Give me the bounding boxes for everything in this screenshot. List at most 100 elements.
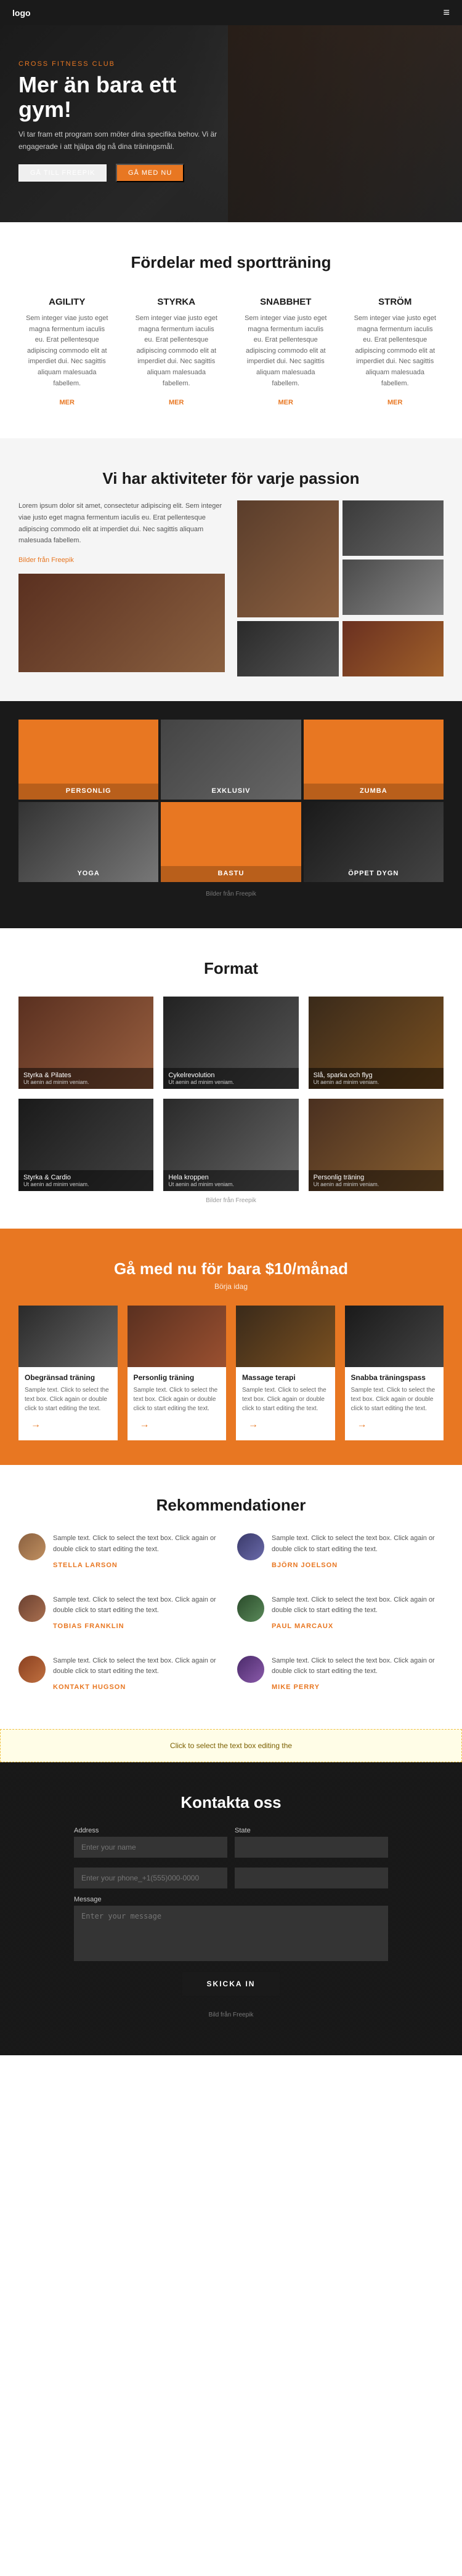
format-sub-2: Ut aenin ad minim veniam. bbox=[314, 1079, 439, 1085]
aktiviteter-section: Vi har aktiviteter för varje passion Lor… bbox=[0, 438, 462, 701]
aktiviteter-images bbox=[237, 500, 444, 676]
fordel-title-3: Ström bbox=[353, 297, 438, 307]
dark-card-label-5: ÖPPET DYGN bbox=[304, 866, 444, 882]
rekom-body-2: Sample text. Click to select the text bo… bbox=[53, 1595, 225, 1631]
fordel-text-0: Sem integer viae justo eget magna fermen… bbox=[25, 313, 110, 389]
rekom-card-3: Sample text. Click to select the text bo… bbox=[237, 1595, 444, 1631]
rekom-avatar-1 bbox=[237, 1533, 264, 1560]
address-input[interactable] bbox=[74, 1837, 227, 1858]
join-text-0: Sample text. Click to select the text bo… bbox=[25, 1386, 111, 1413]
dark-card-bastu[interactable]: BASTU bbox=[161, 802, 301, 882]
form-group-zip bbox=[235, 1865, 388, 1888]
aktiviteter-text-block: Lorem ipsum dolor sit amet, consectetur … bbox=[18, 500, 225, 565]
join-card-1: Personlig träning Sample text. Click to … bbox=[128, 1306, 227, 1440]
fordel-link-0[interactable]: MER bbox=[60, 399, 75, 406]
format-card-5[interactable]: Personlig träning Ut aenin ad minim veni… bbox=[309, 1099, 444, 1191]
format-card-0[interactable]: Styrka & Pilates Ut aenin ad minim venia… bbox=[18, 997, 153, 1089]
rekom-body-3: Sample text. Click to select the text bo… bbox=[272, 1595, 444, 1631]
format-card-1[interactable]: Cykelrevolution Ut aenin ad minim veniam… bbox=[163, 997, 298, 1089]
dark-card-yoga[interactable]: YOGA bbox=[18, 802, 158, 882]
fordel-link-2[interactable]: MER bbox=[278, 399, 293, 406]
format-card-2[interactable]: Slå, sparka och flyg Ut aenin ad minim v… bbox=[309, 997, 444, 1089]
state-label: State bbox=[235, 1827, 388, 1834]
dark-card-oppet[interactable]: ÖPPET DYGN bbox=[304, 802, 444, 882]
hero-title: Mer än bara ett gym! bbox=[18, 73, 228, 121]
format-sub-3: Ut aenin ad minim veniam. bbox=[23, 1181, 148, 1187]
dark-card-personlig[interactable]: PERSONLIG bbox=[18, 720, 158, 800]
format-sub-4: Ut aenin ad minim veniam. bbox=[168, 1181, 293, 1187]
format-card-3[interactable]: Styrka & Cardio Ut aenin ad minim veniam… bbox=[18, 1099, 153, 1191]
join-arrow-2[interactable]: → bbox=[242, 1419, 258, 1430]
fordel-link-1[interactable]: MER bbox=[169, 399, 184, 406]
rekom-text-5: Sample text. Click to select the text bo… bbox=[272, 1656, 444, 1677]
submit-button[interactable]: SKICKA IN bbox=[182, 1972, 280, 1996]
fordel-card-agility: Agility Sem integer viae justo eget magn… bbox=[18, 291, 116, 414]
rekom-body-5: Sample text. Click to select the text bo… bbox=[272, 1656, 444, 1692]
rekom-text-1: Sample text. Click to select the text bo… bbox=[272, 1533, 444, 1555]
aktiviteter-link[interactable]: Bilder från Freepik bbox=[18, 556, 74, 564]
join-title-1: Personlig träning bbox=[134, 1373, 221, 1382]
format-title-0: Styrka & Pilates bbox=[23, 1072, 148, 1079]
fordel-title-1: Styrka bbox=[134, 297, 219, 307]
form-group-phone bbox=[74, 1865, 227, 1888]
dark-card-exklusiv[interactable]: EXKLUSIV bbox=[161, 720, 301, 800]
rekom-text-2: Sample text. Click to select the text bo… bbox=[53, 1595, 225, 1616]
rekom-card-1: Sample text. Click to select the text bo… bbox=[237, 1533, 444, 1570]
fordel-card-snabbhet: Snabbhet Sem integer viae justo eget mag… bbox=[237, 291, 334, 414]
fordel-title-2: Snabbhet bbox=[243, 297, 328, 307]
dark-card-label-2: ZUMBA bbox=[304, 784, 444, 800]
message-label: Message bbox=[74, 1896, 388, 1903]
address-label: Address bbox=[74, 1827, 227, 1834]
rekom-name-2: TOBIAS FRANKLIN bbox=[53, 1623, 124, 1630]
join-img-2 bbox=[236, 1306, 335, 1367]
fordel-text-3: Sem integer viae justo eget magna fermen… bbox=[353, 313, 438, 389]
rekom-text-3: Sample text. Click to select the text bo… bbox=[272, 1595, 444, 1616]
dark-card-label-0: PERSONLIG bbox=[18, 784, 158, 800]
rekom-card-2: Sample text. Click to select the text bo… bbox=[18, 1595, 225, 1631]
nav-logo[interactable]: logo bbox=[12, 8, 31, 18]
aktiv-img-2 bbox=[342, 500, 444, 556]
hero-section: CROSS FITNESS CLUB Mer än bara ett gym! … bbox=[0, 25, 462, 222]
kontakt-section: Kontakta oss Address State Message SKICK… bbox=[0, 1762, 462, 2055]
hero-freepik-button[interactable]: Gå till Freepik bbox=[18, 164, 107, 182]
format-cap-5: Personlig träning Ut aenin ad minim veni… bbox=[309, 1170, 444, 1191]
join-arrow-3[interactable]: → bbox=[351, 1419, 367, 1430]
format-card-4[interactable]: Hela kroppen Ut aenin ad minim veniam. bbox=[163, 1099, 298, 1191]
join-card-2: Massage terapi Sample text. Click to sel… bbox=[236, 1306, 335, 1440]
dark-card-zumba[interactable]: ZUMBA bbox=[304, 720, 444, 800]
join-grid: Obegränsad träning Sample text. Click to… bbox=[18, 1306, 444, 1440]
aktiv-img-1 bbox=[237, 500, 339, 617]
hero-join-button[interactable]: GÅ MED NU bbox=[116, 164, 184, 182]
dark-grid-caption: Bilder från Freepik bbox=[18, 885, 444, 897]
message-textarea[interactable] bbox=[74, 1906, 388, 1961]
rekom-body-1: Sample text. Click to select the text bo… bbox=[272, 1533, 444, 1570]
fordel-text-1: Sem integer viae justo eget magna fermen… bbox=[134, 313, 219, 389]
join-card-0: Obegränsad träning Sample text. Click to… bbox=[18, 1306, 118, 1440]
rekommendationer-section: Rekommendationer Sample text. Click to s… bbox=[0, 1465, 462, 1729]
nav-menu-icon[interactable]: ≡ bbox=[443, 6, 450, 19]
format-section: Format Styrka & Pilates Ut aenin ad mini… bbox=[0, 928, 462, 1229]
rekom-card-0: Sample text. Click to select the text bo… bbox=[18, 1533, 225, 1570]
dark-card-label-4: BASTU bbox=[161, 866, 301, 882]
state-input[interactable] bbox=[235, 1837, 388, 1858]
phone-input[interactable] bbox=[74, 1868, 227, 1888]
join-arrow-1[interactable]: → bbox=[134, 1419, 150, 1430]
join-text-1: Sample text. Click to select the text bo… bbox=[134, 1386, 221, 1413]
format-title-2: Slå, sparka och flyg bbox=[314, 1072, 439, 1079]
join-text-2: Sample text. Click to select the text bo… bbox=[242, 1386, 329, 1413]
join-img-3 bbox=[345, 1306, 444, 1367]
fordel-section: Fördelar med sportträning Agility Sem in… bbox=[0, 222, 462, 438]
rekom-body-0: Sample text. Click to select the text bo… bbox=[53, 1533, 225, 1570]
editing-hint-banner: Click to select the text box editing the bbox=[0, 1729, 462, 1762]
rekom-card-4: Sample text. Click to select the text bo… bbox=[18, 1656, 225, 1692]
join-title-2: Massage terapi bbox=[242, 1373, 329, 1382]
join-arrow-0[interactable]: → bbox=[25, 1419, 41, 1430]
join-sub: Börja idag bbox=[18, 1282, 444, 1291]
join-body-2: Massage terapi Sample text. Click to sel… bbox=[236, 1367, 335, 1430]
format-cap-4: Hela kroppen Ut aenin ad minim veniam. bbox=[163, 1170, 298, 1191]
format-title-3: Styrka & Cardio bbox=[23, 1174, 148, 1181]
fordel-link-3[interactable]: MER bbox=[387, 399, 402, 406]
fordel-title-0: Agility bbox=[25, 297, 110, 307]
rekom-name-4: KONTAKT HUGSON bbox=[53, 1683, 126, 1691]
zip-input[interactable] bbox=[235, 1868, 388, 1888]
